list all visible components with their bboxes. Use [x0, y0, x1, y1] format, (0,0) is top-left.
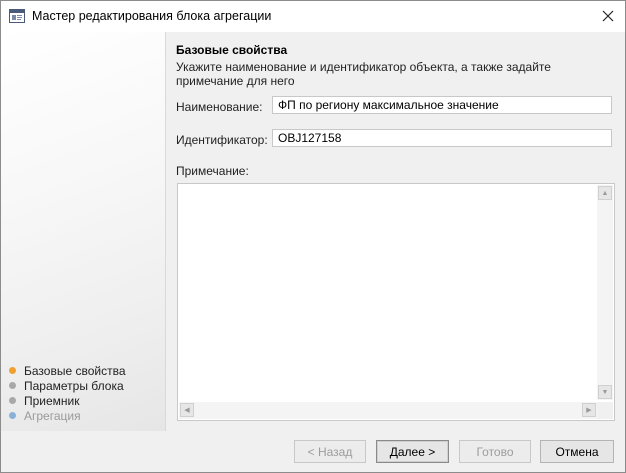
step-block-parameters[interactable]: Параметры блока [9, 378, 126, 393]
step-aggregation: Агрегация [9, 408, 126, 423]
step-current-dot-icon [9, 367, 16, 374]
identifier-input[interactable]: OBJ127158 [272, 129, 612, 147]
note-label: Примечание: [176, 164, 249, 178]
finish-button[interactable]: Готово [459, 440, 531, 463]
back-button[interactable]: < Назад [294, 440, 366, 463]
step-dot-icon [9, 382, 16, 389]
name-input[interactable]: ФП по региону максимальное значение [272, 96, 612, 114]
scroll-left-icon[interactable]: ◀ [180, 403, 194, 417]
note-vertical-scrollbar[interactable]: ▲ ▼ [597, 185, 613, 400]
steps-list: Базовые свойства Параметры блока Приемни… [9, 363, 126, 423]
scroll-down-icon[interactable]: ▼ [598, 385, 612, 399]
step-label: Параметры блока [24, 378, 124, 393]
step-dot-icon [9, 397, 16, 404]
cancel-button[interactable]: Отмена [540, 440, 614, 463]
name-label: Наименование: [176, 100, 263, 114]
next-button[interactable]: Далее > [376, 440, 449, 463]
window-title: Мастер редактирования блока агрегации [32, 9, 272, 23]
page-title: Базовые свойства [176, 43, 288, 57]
step-receiver[interactable]: Приемник [9, 393, 126, 408]
step-label: Базовые свойства [24, 363, 126, 378]
scroll-up-icon[interactable]: ▲ [598, 186, 612, 200]
title-bar: Мастер редактирования блока агрегации [1, 1, 625, 32]
wizard-window-icon [9, 9, 25, 23]
page-description: Укажите наименование и идентификатор объ… [176, 60, 551, 88]
close-button[interactable] [595, 4, 621, 28]
wizard-steps-panel: Базовые свойства Параметры блока Приемни… [1, 32, 166, 431]
wizard-dialog: Мастер редактирования блока агрегации Ба… [0, 0, 626, 473]
step-disabled-dot-icon [9, 412, 16, 419]
close-icon [602, 10, 614, 22]
step-label: Агрегация [24, 408, 81, 423]
scroll-right-icon[interactable]: ▶ [582, 403, 596, 417]
scrollbar-corner [597, 402, 613, 419]
step-basic-properties[interactable]: Базовые свойства [9, 363, 126, 378]
wizard-page: Базовые свойства Укажите наименование и … [166, 32, 625, 431]
identifier-label: Идентификатор: [176, 133, 268, 147]
note-horizontal-scrollbar[interactable]: ◀ ▶ [179, 402, 597, 419]
step-label: Приемник [24, 393, 80, 408]
note-textarea[interactable]: ▲ ▼ ◀ ▶ [177, 183, 615, 421]
wizard-footer: < Назад Далее > Готово Отмена [1, 431, 625, 472]
